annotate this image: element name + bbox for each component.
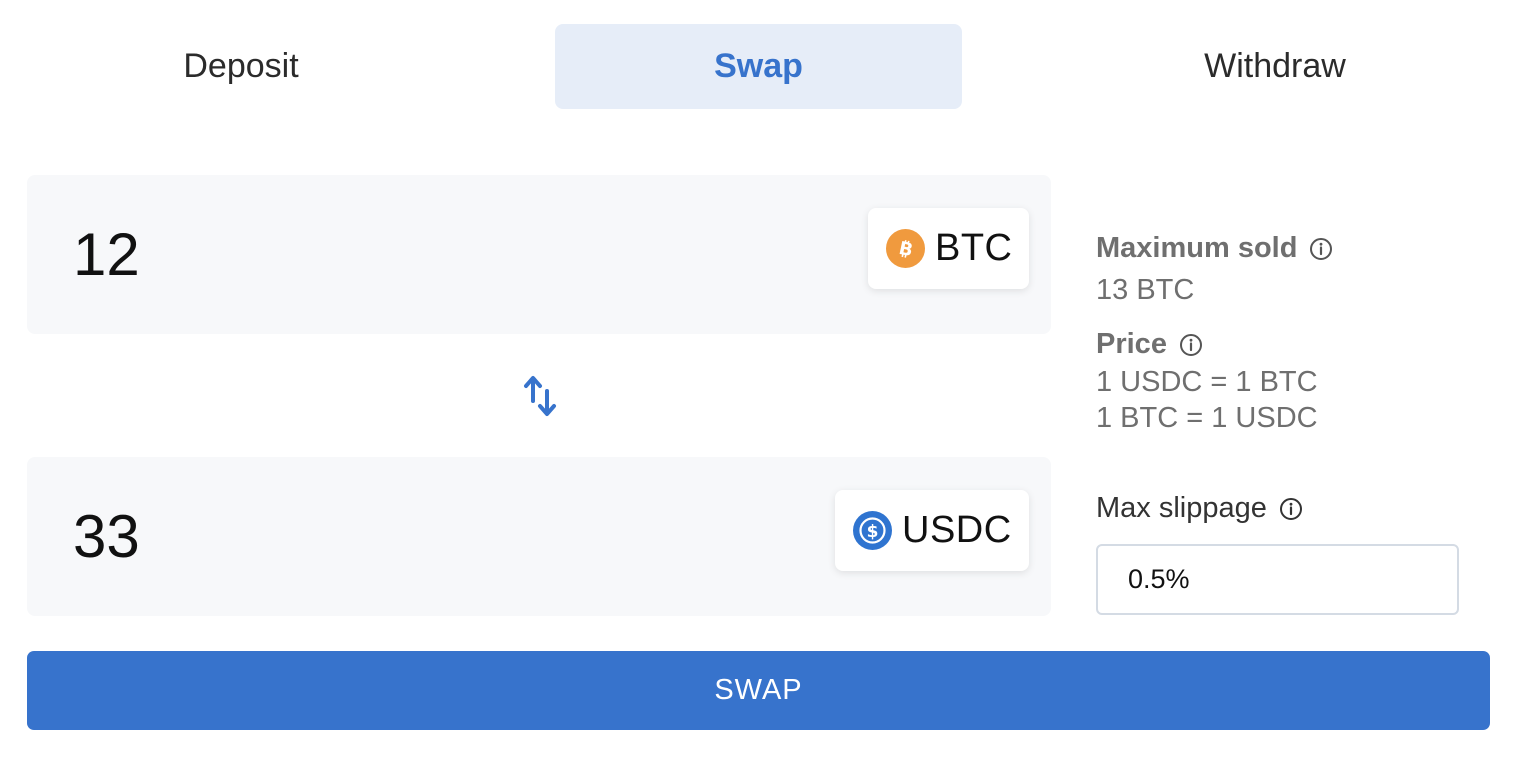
price-title: Price	[1096, 327, 1167, 360]
from-amount-input[interactable]: 12	[73, 224, 140, 285]
max-slippage-input[interactable]	[1096, 544, 1459, 615]
to-token-label: USDC	[902, 509, 1012, 551]
maximum-sold-title-row: Maximum sold	[1096, 228, 1333, 268]
tab-deposit[interactable]: Deposit	[38, 24, 444, 109]
maximum-sold-value: 13 BTC	[1096, 274, 1195, 306]
svg-text:$: $	[867, 522, 879, 542]
from-amount-panel: 12 B BTC	[27, 175, 1051, 334]
price-title-row: Price	[1096, 324, 1318, 364]
swap-button[interactable]: SWAP	[27, 651, 1490, 730]
bitcoin-icon: B	[886, 229, 925, 268]
to-amount-panel: 33 $ USDC	[27, 457, 1051, 616]
to-token-selector[interactable]: $ USDC	[835, 490, 1029, 571]
price-block: Price 1 USDC = 1 BTC 1 BTC = 1 USDC	[1096, 324, 1318, 436]
from-token-selector[interactable]: B BTC	[868, 208, 1029, 289]
tab-bar: Deposit Swap Withdraw	[0, 24, 1514, 109]
info-icon[interactable]	[1279, 496, 1303, 520]
swap-arrows-icon	[524, 376, 556, 416]
info-icon[interactable]	[1309, 236, 1333, 260]
switch-direction-button[interactable]	[522, 373, 558, 419]
usdc-icon: $	[853, 511, 892, 550]
tab-swap[interactable]: Swap	[555, 24, 962, 109]
max-slippage-label: Max slippage	[1096, 491, 1267, 524]
price-line-btc-usdc: 1 BTC = 1 USDC	[1096, 402, 1318, 434]
maximum-sold-title: Maximum sold	[1096, 231, 1298, 264]
maximum-sold-block: Maximum sold 13 BTC	[1096, 228, 1333, 308]
from-token-label: BTC	[935, 227, 1013, 269]
max-slippage-label-row: Max slippage	[1096, 488, 1303, 528]
to-amount-input[interactable]: 33	[73, 506, 140, 567]
info-icon[interactable]	[1179, 332, 1203, 356]
tab-withdraw[interactable]: Withdraw	[1072, 24, 1478, 109]
price-line-usdc-btc: 1 USDC = 1 BTC	[1096, 366, 1318, 398]
